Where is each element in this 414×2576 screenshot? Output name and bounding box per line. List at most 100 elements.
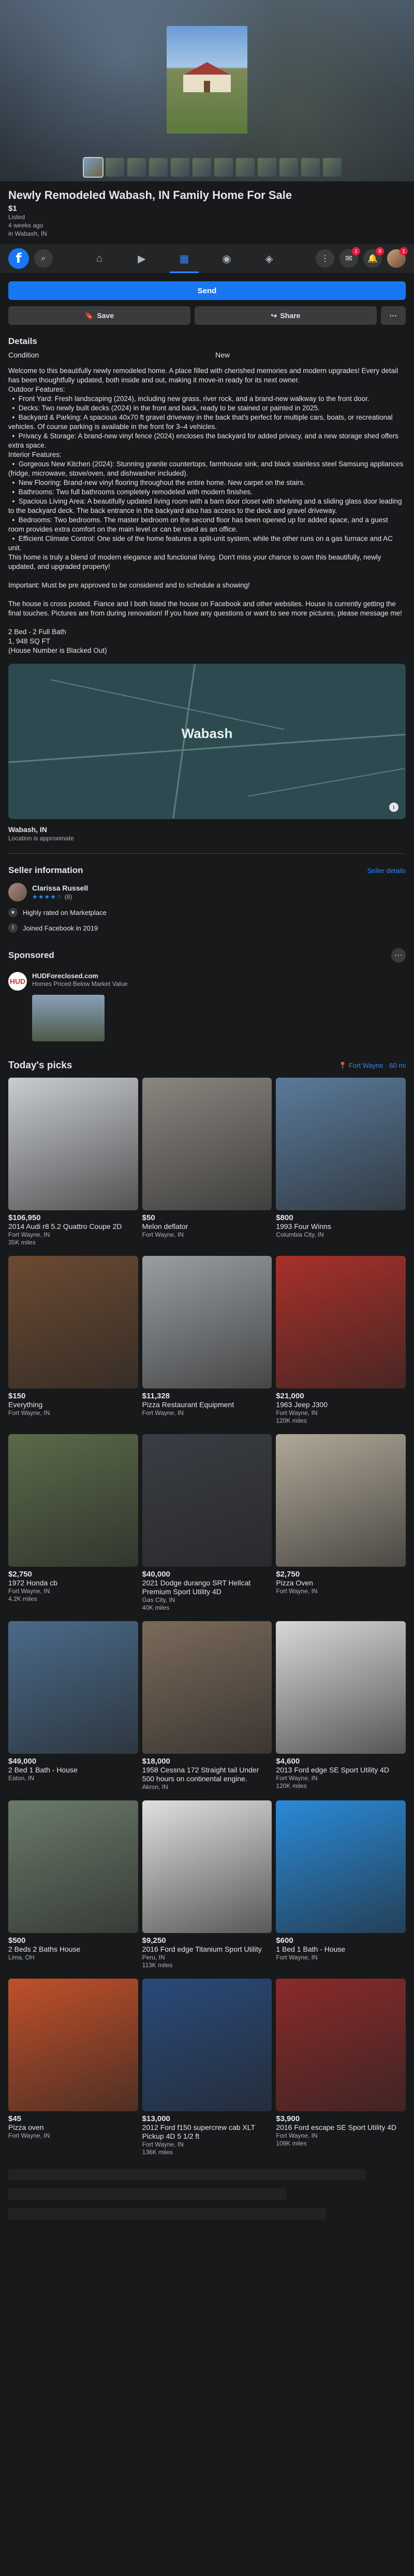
facebook-small-icon: f xyxy=(8,923,18,933)
photo-thumbnail[interactable] xyxy=(106,158,124,177)
pick-price: $49,000 xyxy=(8,1757,37,1766)
pick-card[interactable]: $13,000 2012 Ford f150 supercrew cab XLT … xyxy=(142,1979,272,2156)
pick-image[interactable] xyxy=(276,1621,406,1754)
pick-card[interactable]: $2,750 1972 Honda cb Fort Wayne, IN 4.2K mi… xyxy=(8,1434,138,1612)
save-button[interactable]: 🔖 Save xyxy=(8,306,190,325)
todays-picks-heading: Today's picks xyxy=(8,1060,72,1071)
photo-hero[interactable] xyxy=(0,0,414,181)
top-navbar: f ⌕ ⌂ ▶ ▦ ◉ ◈ ⋮ ✉ 1 🔔 9 1 xyxy=(0,244,414,273)
pick-price: $11,328 xyxy=(142,1392,170,1400)
photo-thumbnail[interactable] xyxy=(214,158,233,177)
pick-title: 2014 Audi r8 5.2 Quattro Coupe 2D xyxy=(8,1222,122,1230)
pick-card[interactable]: $2,750 Pizza Oven Fort Wayne, IN xyxy=(276,1434,406,1612)
facebook-logo[interactable]: f xyxy=(8,248,29,269)
seller-name[interactable]: Clarissa Russell xyxy=(32,884,88,892)
pick-image[interactable] xyxy=(142,1078,272,1210)
pick-title: Pizza Oven xyxy=(276,1579,313,1587)
pick-image[interactable] xyxy=(8,1979,138,2111)
photo-thumbnail[interactable] xyxy=(323,158,342,177)
sponsor-name[interactable]: HUDForeclosed.com xyxy=(32,972,128,980)
messenger-icon[interactable]: ✉ 1 xyxy=(339,247,360,268)
pick-image[interactable] xyxy=(276,1434,406,1567)
pick-image[interactable] xyxy=(8,1078,138,1210)
pick-image[interactable] xyxy=(142,1434,272,1567)
pick-card[interactable]: $18,000 1958 Cessna 172 Straight tail Und… xyxy=(142,1621,272,1791)
pick-card[interactable]: $600 1 Bed 1 Bath - House Fort Wayne, IN xyxy=(276,1800,406,1969)
photo-thumbnail[interactable] xyxy=(83,157,103,178)
pick-location: Fort Wayne, IN xyxy=(142,2141,184,2148)
sponsored-ad[interactable]: HUD HUDForeclosed.com Homes Priced Below… xyxy=(8,972,406,991)
pick-price: $45 xyxy=(8,2114,22,2123)
pick-location: Fort Wayne, IN xyxy=(8,1231,50,1238)
pick-mileage: 109K miles xyxy=(276,2140,307,2147)
pick-image[interactable] xyxy=(8,1800,138,1933)
listing-posted: 4 weeks ago xyxy=(8,222,43,229)
video-icon[interactable]: ▶ xyxy=(123,248,160,269)
listing-price: $1 xyxy=(8,204,17,213)
pick-image[interactable] xyxy=(8,1434,138,1567)
pick-card[interactable]: $40,000 2021 Dodge durango SRT Hellcat Pr… xyxy=(142,1434,272,1612)
photo-thumbnail[interactable] xyxy=(193,158,211,177)
notifications-icon[interactable]: 🔔 9 xyxy=(363,247,384,268)
seller-heading: Seller information xyxy=(8,865,83,875)
pick-image[interactable] xyxy=(142,1979,272,2111)
pick-card[interactable]: $50 Melon deflator Fort Wayne, IN xyxy=(142,1078,272,1247)
pick-location: Peru, IN xyxy=(142,1954,165,1961)
main-photo[interactable] xyxy=(167,26,247,134)
share-button[interactable]: ↪ Share xyxy=(195,306,377,325)
pick-image[interactable] xyxy=(142,1256,272,1389)
seller-avatar[interactable] xyxy=(8,883,27,901)
search-icon[interactable]: ⌕ xyxy=(34,249,53,268)
photo-thumbnail[interactable] xyxy=(258,158,276,177)
placeholder-bar xyxy=(8,2169,366,2180)
location-map[interactable]: Wabash i xyxy=(8,664,406,819)
seller-profile[interactable]: Clarissa Russell ★★★★☆ (8) xyxy=(8,883,406,901)
pick-card[interactable]: $150 Everything Fort Wayne, IN xyxy=(8,1256,138,1425)
send-button[interactable]: Send xyxy=(8,281,406,300)
pick-card[interactable]: $3,900 2016 Ford escape SE Sport Utility … xyxy=(276,1979,406,2156)
pick-card[interactable]: $9,250 2016 Ford edge Titanium Sport Util… xyxy=(142,1800,272,1969)
pick-card[interactable]: $21,000 1963 Jeep J300 Fort Wayne, IN 120K … xyxy=(276,1256,406,1425)
menu-icon[interactable]: ⋮ xyxy=(316,249,334,268)
pick-card[interactable]: $106,950 2014 Audi r8 5.2 Quattro Coupe 2… xyxy=(8,1078,138,1247)
photo-thumbnail[interactable] xyxy=(279,158,298,177)
pick-image[interactable] xyxy=(8,1256,138,1389)
loading-placeholders xyxy=(0,2164,414,2267)
seller-details-link[interactable]: Seller details xyxy=(367,867,406,875)
pick-card[interactable]: $11,328 Pizza Restaurant Equipment Fort Wa… xyxy=(142,1256,272,1425)
pick-title: Pizza oven xyxy=(8,2123,44,2131)
picks-location-link[interactable]: 📍 Fort Wayne · 60 mi xyxy=(338,1062,406,1070)
more-options-button[interactable]: ··· xyxy=(381,306,406,325)
pick-card[interactable]: $500 2 Beds 2 Baths House Lima, OH xyxy=(8,1800,138,1969)
sponsored-more-icon[interactable]: ··· xyxy=(391,948,406,963)
pick-card[interactable]: $49,000 2 Bed 1 Bath - House Eaton, IN xyxy=(8,1621,138,1791)
pick-image[interactable] xyxy=(142,1800,272,1933)
pick-card[interactable]: $800 1993 Four Winns Columbia City, IN xyxy=(276,1078,406,1247)
pick-image[interactable] xyxy=(276,1979,406,2111)
photo-thumbnail[interactable] xyxy=(301,158,320,177)
pick-card[interactable]: $4,600 2013 Ford edge SE Sport Utility 4D… xyxy=(276,1621,406,1791)
pick-image[interactable] xyxy=(276,1800,406,1933)
map-info-icon[interactable]: i xyxy=(389,803,398,812)
pick-image[interactable] xyxy=(276,1078,406,1210)
pick-image[interactable] xyxy=(142,1621,272,1754)
photo-thumbnail[interactable] xyxy=(236,158,255,177)
home-icon[interactable]: ⌂ xyxy=(81,248,118,269)
pick-title: 2016 Ford edge Titanium Sport Utility xyxy=(142,1945,262,1953)
pick-location: Columbia City, IN xyxy=(276,1231,324,1238)
groups-icon[interactable]: ◉ xyxy=(208,248,245,269)
photo-thumbnail[interactable] xyxy=(149,158,168,177)
pick-location: Eaton, IN xyxy=(8,1774,35,1782)
pick-location: Fort Wayne, IN xyxy=(8,1409,50,1416)
marketplace-icon[interactable]: ▦ xyxy=(166,248,203,273)
sponsored-image[interactable] xyxy=(32,995,105,1041)
account-avatar[interactable]: 1 xyxy=(387,247,408,268)
map-location-title: Wabash, IN xyxy=(8,825,47,834)
photo-thumbnail[interactable] xyxy=(127,158,146,177)
gaming-icon[interactable]: ◈ xyxy=(250,248,288,269)
pick-card[interactable]: $45 Pizza oven Fort Wayne, IN xyxy=(8,1979,138,2156)
listing-location: in Wabash, IN xyxy=(8,230,47,237)
photo-thumbnail[interactable] xyxy=(171,158,189,177)
pick-image[interactable] xyxy=(276,1256,406,1389)
pick-image[interactable] xyxy=(8,1621,138,1754)
